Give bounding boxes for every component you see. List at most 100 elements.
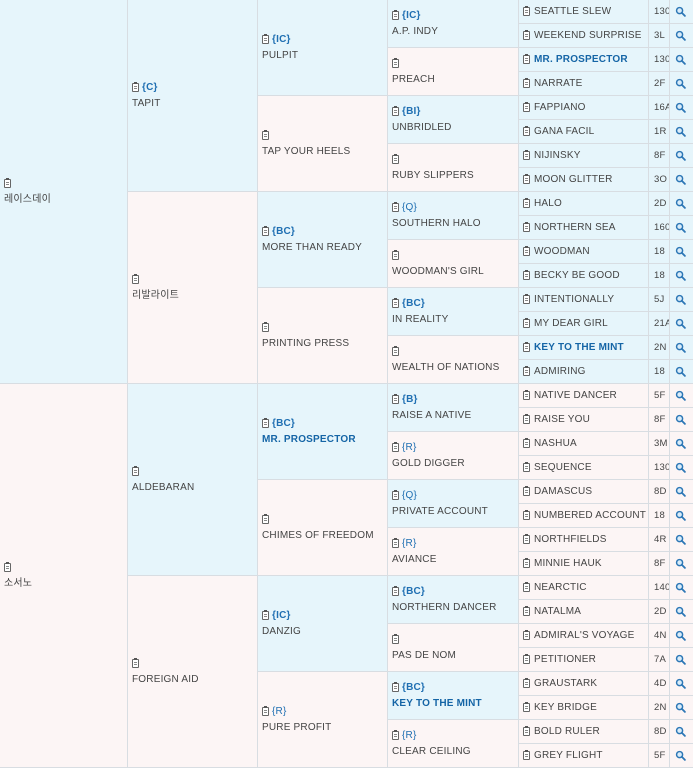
horse-name[interactable]: PULPIT bbox=[262, 50, 298, 62]
clipboard-icon[interactable] bbox=[523, 438, 530, 448]
horse-name[interactable]: PRIVATE ACCOUNT bbox=[392, 506, 488, 518]
clipboard-icon[interactable] bbox=[392, 106, 399, 116]
pedigree-cell-g5[interactable]: GANA FACIL bbox=[519, 120, 649, 144]
pedigree-cell-g5[interactable]: MR. PROSPECTOR bbox=[519, 48, 649, 72]
pedigree-cell-dam[interactable]: 소서노 bbox=[0, 384, 128, 768]
search-button[interactable] bbox=[670, 576, 693, 600]
clipboard-icon[interactable] bbox=[392, 250, 399, 260]
pedigree-cell-g5[interactable]: NIJINSKY bbox=[519, 144, 649, 168]
clipboard-icon[interactable] bbox=[262, 322, 269, 332]
clipboard-icon[interactable] bbox=[523, 750, 530, 760]
horse-name[interactable]: KEY TO THE MINT bbox=[392, 698, 482, 710]
search-button[interactable] bbox=[670, 336, 693, 360]
horse-name[interactable]: FAPPIANO bbox=[534, 102, 586, 113]
pedigree-cell-g5[interactable]: NATALMA bbox=[519, 600, 649, 624]
horse-name[interactable]: KEY TO THE MINT bbox=[534, 342, 624, 353]
horse-name[interactable]: ALDEBARAN bbox=[132, 482, 194, 494]
pedigree-cell-dam[interactable]: PREACH bbox=[388, 48, 519, 96]
clipboard-icon[interactable] bbox=[523, 54, 530, 64]
horse-name[interactable]: DANZIG bbox=[262, 626, 301, 638]
horse-name[interactable]: FOREIGN AID bbox=[132, 674, 199, 686]
search-button[interactable] bbox=[670, 480, 693, 504]
clipboard-icon[interactable] bbox=[523, 534, 530, 544]
pedigree-cell-g5[interactable]: SEQUENCE bbox=[519, 456, 649, 480]
search-button[interactable] bbox=[670, 144, 693, 168]
search-button[interactable] bbox=[670, 456, 693, 480]
pedigree-cell-g5[interactable]: NARRATE bbox=[519, 72, 649, 96]
pedigree-cell-g5[interactable]: DAMASCUS bbox=[519, 480, 649, 504]
horse-name[interactable]: KEY BRIDGE bbox=[534, 702, 597, 713]
clipboard-icon[interactable] bbox=[132, 658, 139, 668]
horse-name[interactable]: WOODMAN'S GIRL bbox=[392, 266, 484, 278]
pedigree-cell-g5[interactable]: PETITIONER bbox=[519, 648, 649, 672]
pedigree-cell-g5[interactable]: RAISE YOU bbox=[519, 408, 649, 432]
search-button[interactable] bbox=[670, 672, 693, 696]
horse-name[interactable]: 리발라이트 bbox=[132, 290, 179, 302]
clipboard-icon[interactable] bbox=[392, 202, 399, 212]
clipboard-icon[interactable] bbox=[523, 390, 530, 400]
horse-name[interactable]: ADMIRAL'S VOYAGE bbox=[534, 630, 635, 641]
search-button[interactable] bbox=[670, 192, 693, 216]
pedigree-cell-g5[interactable]: NASHUA bbox=[519, 432, 649, 456]
horse-name[interactable]: NUMBERED ACCOUNT bbox=[534, 510, 646, 521]
horse-name[interactable]: WEALTH OF NATIONS bbox=[392, 362, 499, 374]
pedigree-cell-dam[interactable]: PAS DE NOM bbox=[388, 624, 519, 672]
pedigree-cell-dam[interactable]: 리발라이트 bbox=[128, 192, 258, 384]
clipboard-icon[interactable] bbox=[262, 706, 269, 716]
clipboard-icon[interactable] bbox=[523, 318, 530, 328]
clipboard-icon[interactable] bbox=[523, 678, 530, 688]
clipboard-icon[interactable] bbox=[262, 34, 269, 44]
horse-name[interactable]: TAPIT bbox=[132, 98, 161, 110]
pedigree-cell-g5[interactable]: BOLD RULER bbox=[519, 720, 649, 744]
horse-name[interactable]: WOODMAN bbox=[534, 246, 590, 257]
pedigree-cell-g5[interactable]: KEY BRIDGE bbox=[519, 696, 649, 720]
search-button[interactable] bbox=[670, 240, 693, 264]
horse-name[interactable]: MY DEAR GIRL bbox=[534, 318, 608, 329]
search-button[interactable] bbox=[670, 0, 693, 24]
clipboard-icon[interactable] bbox=[392, 10, 399, 20]
clipboard-icon[interactable] bbox=[392, 682, 399, 692]
horse-name[interactable]: MINNIE HAUK bbox=[534, 558, 602, 569]
pedigree-cell-g5[interactable]: WEEKEND SURPRISE bbox=[519, 24, 649, 48]
pedigree-cell-sire[interactable]: {C} TAPIT bbox=[128, 0, 258, 192]
search-button[interactable] bbox=[670, 48, 693, 72]
horse-name[interactable]: RUBY SLIPPERS bbox=[392, 170, 474, 182]
search-button[interactable] bbox=[670, 168, 693, 192]
pedigree-cell-g5[interactable]: GREY FLIGHT bbox=[519, 744, 649, 768]
pedigree-cell-sire[interactable]: {Q} PRIVATE ACCOUNT bbox=[388, 480, 519, 528]
pedigree-cell-g5[interactable]: MY DEAR GIRL bbox=[519, 312, 649, 336]
clipboard-icon[interactable] bbox=[4, 562, 11, 572]
clipboard-icon[interactable] bbox=[523, 510, 530, 520]
clipboard-icon[interactable] bbox=[523, 150, 530, 160]
pedigree-cell-dam[interactable]: PRINTING PRESS bbox=[258, 288, 388, 384]
search-button[interactable] bbox=[670, 120, 693, 144]
clipboard-icon[interactable] bbox=[523, 30, 530, 40]
clipboard-icon[interactable] bbox=[392, 394, 399, 404]
search-button[interactable] bbox=[670, 432, 693, 456]
pedigree-cell-sire[interactable]: {BC} MR. PROSPECTOR bbox=[258, 384, 388, 480]
clipboard-icon[interactable] bbox=[523, 342, 530, 352]
pedigree-cell-sire[interactable]: {BC} NORTHERN DANCER bbox=[388, 576, 519, 624]
clipboard-icon[interactable] bbox=[262, 514, 269, 524]
pedigree-cell-sire[interactable]: {BC} MORE THAN READY bbox=[258, 192, 388, 288]
pedigree-cell-sire[interactable]: {IC} PULPIT bbox=[258, 0, 388, 96]
horse-name[interactable]: PRINTING PRESS bbox=[262, 338, 349, 350]
clipboard-icon[interactable] bbox=[392, 730, 399, 740]
horse-name[interactable]: PAS DE NOM bbox=[392, 650, 456, 662]
pedigree-cell-g5[interactable]: BECKY BE GOOD bbox=[519, 264, 649, 288]
horse-name[interactable]: PETITIONER bbox=[534, 654, 596, 665]
horse-name[interactable]: RAISE YOU bbox=[534, 414, 590, 425]
search-button[interactable] bbox=[670, 528, 693, 552]
pedigree-cell-dam[interactable]: WEALTH OF NATIONS bbox=[388, 336, 519, 384]
horse-name[interactable]: A.P. INDY bbox=[392, 26, 438, 38]
pedigree-cell-g5[interactable]: MINNIE HAUK bbox=[519, 552, 649, 576]
horse-name[interactable]: SEQUENCE bbox=[534, 462, 592, 473]
search-button[interactable] bbox=[670, 624, 693, 648]
search-button[interactable] bbox=[670, 24, 693, 48]
horse-name[interactable]: TAP YOUR HEELS bbox=[262, 146, 350, 158]
pedigree-cell-dam[interactable]: {R} CLEAR CEILING bbox=[388, 720, 519, 768]
clipboard-icon[interactable] bbox=[4, 178, 11, 188]
search-button[interactable] bbox=[670, 264, 693, 288]
search-button[interactable] bbox=[670, 696, 693, 720]
clipboard-icon[interactable] bbox=[523, 246, 530, 256]
